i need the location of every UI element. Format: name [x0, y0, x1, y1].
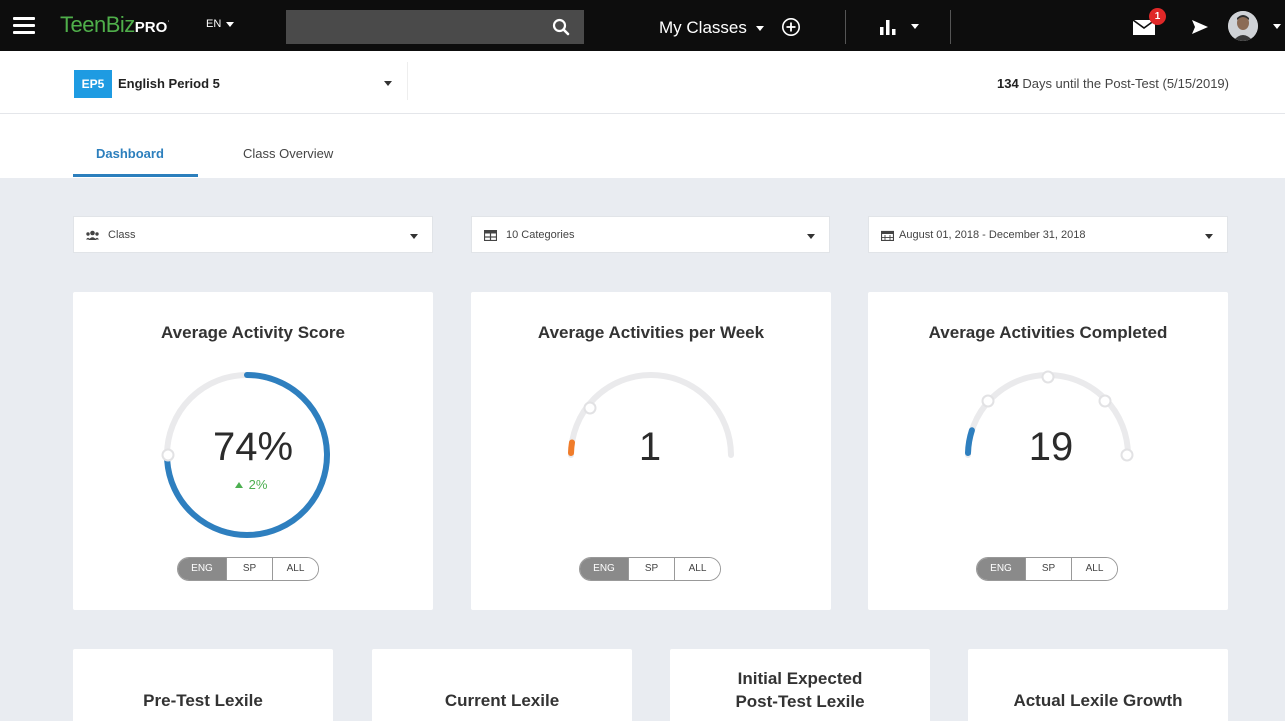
class-code-badge: EP5	[74, 70, 112, 98]
average-activity-score-card: Average Activity Score 74% 2% ENG SP ALL	[73, 292, 433, 610]
card-title: Average Activities Completed	[928, 323, 1168, 342]
active-tab-indicator	[73, 174, 198, 177]
toggle-eng[interactable]: ENG	[977, 558, 1025, 580]
categories-filter-label: 10 Categories	[506, 229, 575, 241]
average-activities-completed-card: Average Activities Completed 19 ENG SP A…	[868, 292, 1228, 610]
activities-completed-value: 19	[1028, 425, 1074, 469]
pre-test-lexile-card: Pre-Test Lexile	[73, 649, 333, 721]
logo-pro: PRO	[134, 19, 168, 36]
categories-filter-dropdown[interactable]: 10 Categories	[471, 216, 830, 253]
tab-bar: Dashboard Class Overview	[0, 114, 1285, 178]
activities-per-week-value: 1	[638, 425, 662, 469]
average-activities-per-week-card: Average Activities per Week 1 ENG SP ALL	[471, 292, 831, 610]
post-test-countdown: 134 Days until the Post-Test (5/15/2019)	[997, 76, 1229, 91]
top-navbar: TeenBizPRO· EN My Classes 1	[0, 0, 1285, 51]
search-input[interactable]	[286, 10, 584, 44]
chevron-down-icon	[1205, 234, 1213, 239]
language-toggle[interactable]: ENG SP ALL	[976, 557, 1118, 581]
logo-teen: TeenBiz	[60, 12, 135, 37]
card-title: Current Lexile	[444, 691, 560, 710]
tab-dashboard[interactable]: Dashboard	[96, 146, 164, 161]
card-title-line-1: Initial Expected	[737, 669, 863, 688]
score-change-value: 2%	[248, 477, 268, 492]
chevron-down-icon	[755, 26, 764, 32]
chevron-down-icon[interactable]	[911, 24, 919, 29]
group-filter-label: Class	[108, 229, 136, 241]
actual-lexile-growth-card: Actual Lexile Growth	[968, 649, 1228, 721]
up-arrow-icon	[234, 482, 243, 488]
score-value: 74%	[212, 425, 294, 469]
chat-bubble-icon[interactable]	[1189, 17, 1211, 39]
toggle-sp[interactable]: SP	[226, 558, 272, 580]
toggle-eng[interactable]: ENG	[178, 558, 226, 580]
card-title: Average Activity Score	[161, 323, 345, 342]
language-toggle[interactable]: ENG SP ALL	[579, 557, 721, 581]
users-icon	[86, 230, 99, 240]
add-circle-icon[interactable]	[781, 17, 801, 37]
days-text: Days until the Post-Test (5/15/2019)	[1022, 76, 1229, 91]
tab-class-overview[interactable]: Class Overview	[243, 146, 333, 161]
toggle-eng[interactable]: ENG	[580, 558, 628, 580]
language-toggle[interactable]: ENG SP ALL	[177, 557, 319, 581]
toggle-all[interactable]: ALL	[1071, 558, 1117, 580]
hamburger-menu-icon[interactable]	[13, 17, 35, 35]
class-name: English Period 5	[118, 76, 220, 91]
divider	[845, 10, 846, 44]
toggle-all[interactable]: ALL	[674, 558, 720, 580]
avatar[interactable]	[1228, 11, 1258, 41]
class-selector[interactable]: EP5 English Period 5	[72, 62, 408, 100]
my-classes-label: My Classes	[659, 18, 747, 37]
date-range-label: August 01, 2018 - December 31, 2018	[899, 229, 1086, 241]
chevron-down-icon	[384, 81, 392, 86]
language-label: EN	[206, 18, 222, 30]
score-change: 2%	[71, 477, 431, 492]
chevron-down-icon	[226, 21, 235, 27]
current-lexile-card: Current Lexile	[372, 649, 632, 721]
table-icon	[484, 230, 497, 241]
days-count: 134	[997, 76, 1019, 91]
initial-expected-post-test-lexile-card: Initial Expected Post-Test Lexile	[670, 649, 930, 721]
card-title: Actual Lexile Growth	[1013, 691, 1183, 710]
chevron-down-icon[interactable]	[1273, 24, 1281, 29]
logo[interactable]: TeenBizPRO·	[60, 12, 170, 38]
class-bar: EP5 English Period 5 134 Days until the …	[0, 51, 1285, 114]
card-title: Pre-Test Lexile	[143, 691, 263, 710]
calendar-icon	[881, 230, 894, 241]
my-classes-menu[interactable]: My Classes	[659, 18, 764, 38]
card-title-line-2: Post-Test Lexile	[735, 692, 865, 711]
chevron-down-icon	[807, 234, 815, 239]
toggle-sp[interactable]: SP	[628, 558, 674, 580]
card-title: Average Activities per Week	[537, 323, 765, 342]
divider	[950, 10, 951, 44]
language-selector[interactable]: EN	[206, 18, 235, 30]
toggle-sp[interactable]: SP	[1025, 558, 1071, 580]
group-filter-dropdown[interactable]: Class	[73, 216, 433, 253]
search-icon[interactable]	[552, 18, 570, 36]
chevron-down-icon	[410, 234, 418, 239]
bar-chart-icon[interactable]	[878, 18, 900, 36]
card-title: Initial Expected Post-Test Lexile	[670, 667, 930, 713]
notification-badge: 1	[1149, 8, 1166, 25]
toggle-all[interactable]: ALL	[272, 558, 318, 580]
date-range-dropdown[interactable]: August 01, 2018 - December 31, 2018	[868, 216, 1228, 253]
